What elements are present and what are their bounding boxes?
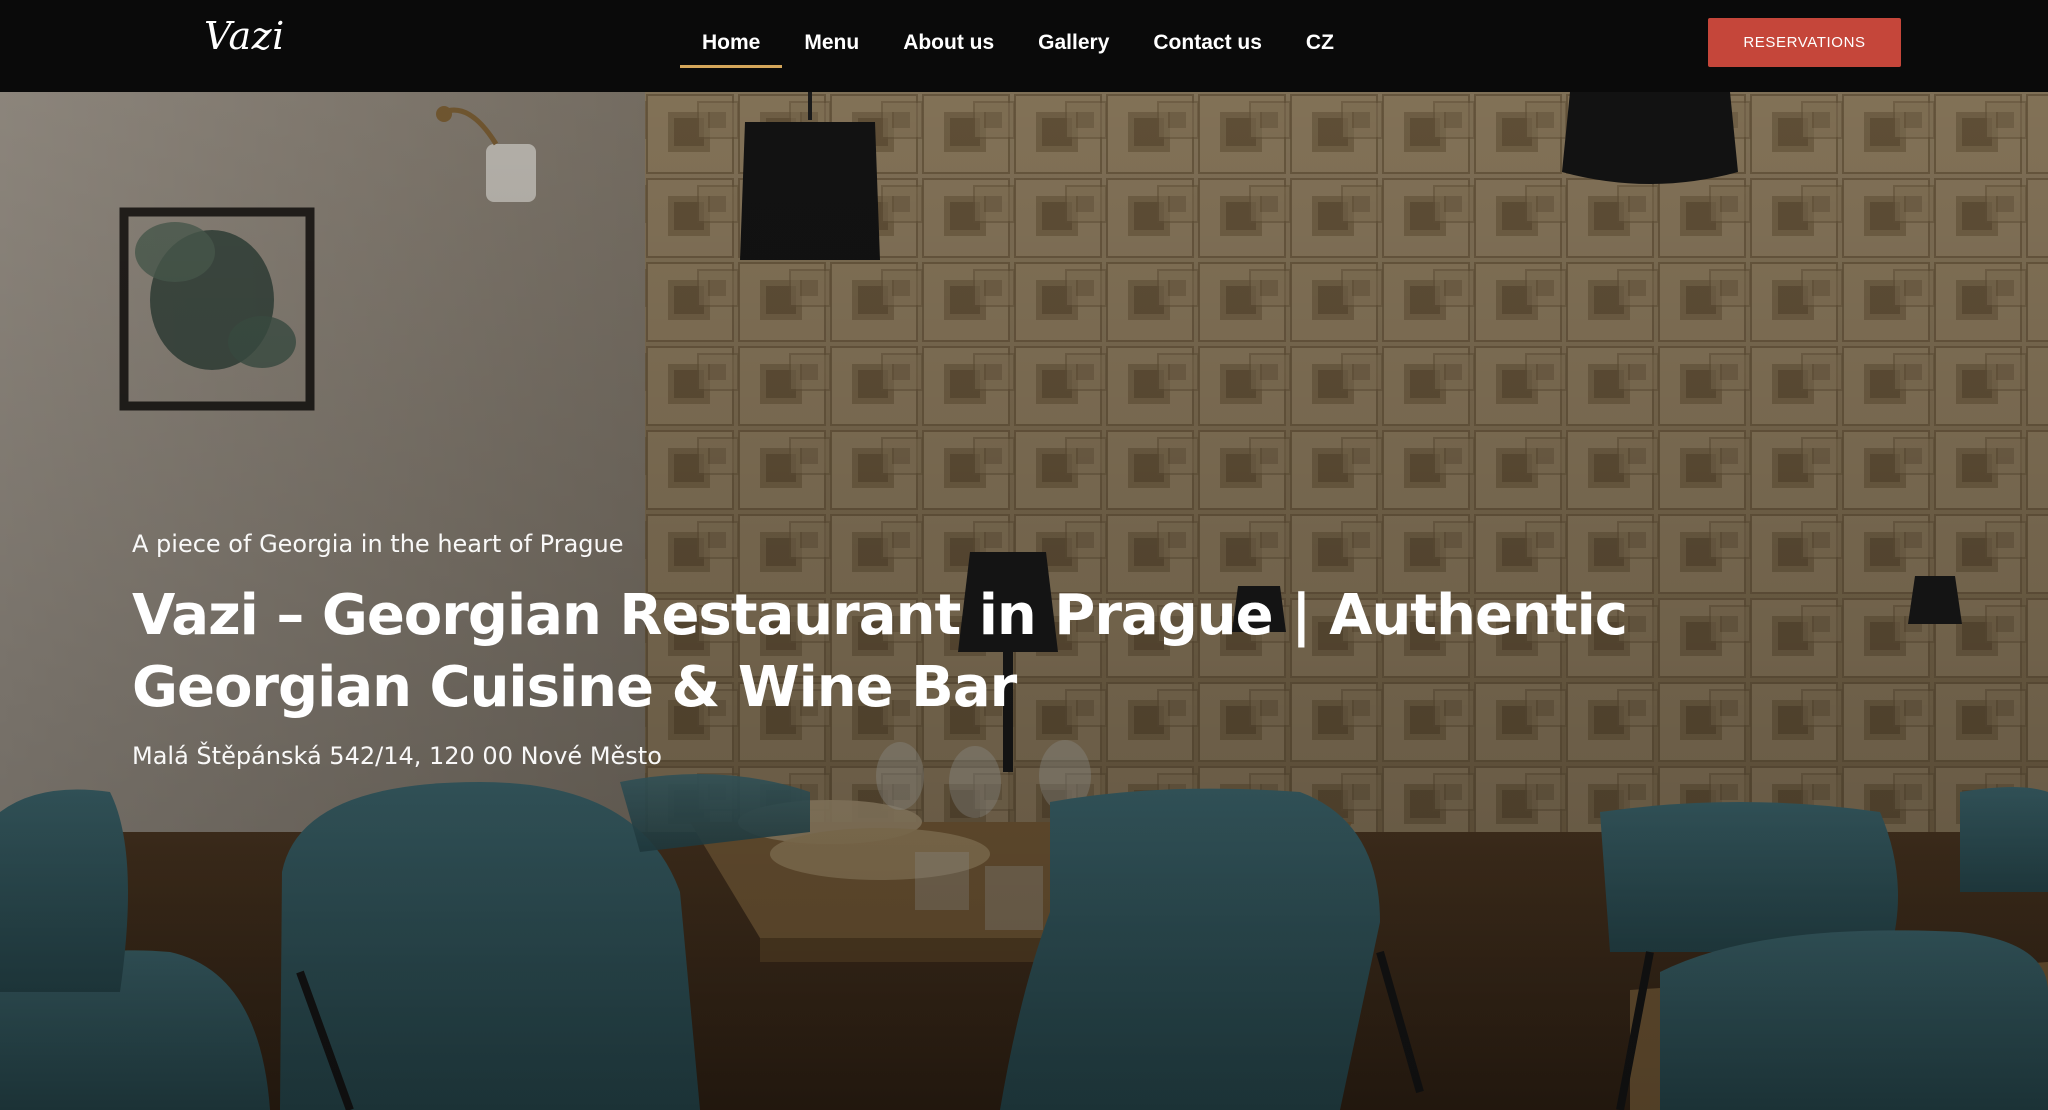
hero-text-block: A piece of Georgia in the heart of Pragu… bbox=[132, 530, 1832, 770]
nav-item-home[interactable]: Home bbox=[680, 0, 783, 92]
nav-item-menu[interactable]: Menu bbox=[782, 0, 881, 92]
hero-section: A piece of Georgia in the heart of Pragu… bbox=[0, 92, 2048, 1110]
nav-item-about-us[interactable]: About us bbox=[881, 0, 1016, 92]
top-navigation-bar: Vazi Home Menu About us Gallery Contact … bbox=[0, 0, 2048, 92]
logo-link[interactable]: Vazi bbox=[204, 14, 285, 58]
nav-item-gallery[interactable]: Gallery bbox=[1016, 0, 1131, 92]
reservations-button[interactable]: RESERVATIONS bbox=[1708, 18, 1901, 67]
language-switch-cz[interactable]: CZ bbox=[1284, 0, 1356, 92]
main-nav: Home Menu About us Gallery Contact us CZ bbox=[680, 0, 1356, 92]
hero-tagline: A piece of Georgia in the heart of Pragu… bbox=[132, 530, 624, 558]
restaurant-address: Malá Štěpánská 542/14, 120 00 Nové Město bbox=[132, 742, 662, 770]
page-title: Vazi – Georgian Restaurant in Prague | A… bbox=[132, 583, 1628, 720]
nav-item-contact-us[interactable]: Contact us bbox=[1131, 0, 1284, 92]
